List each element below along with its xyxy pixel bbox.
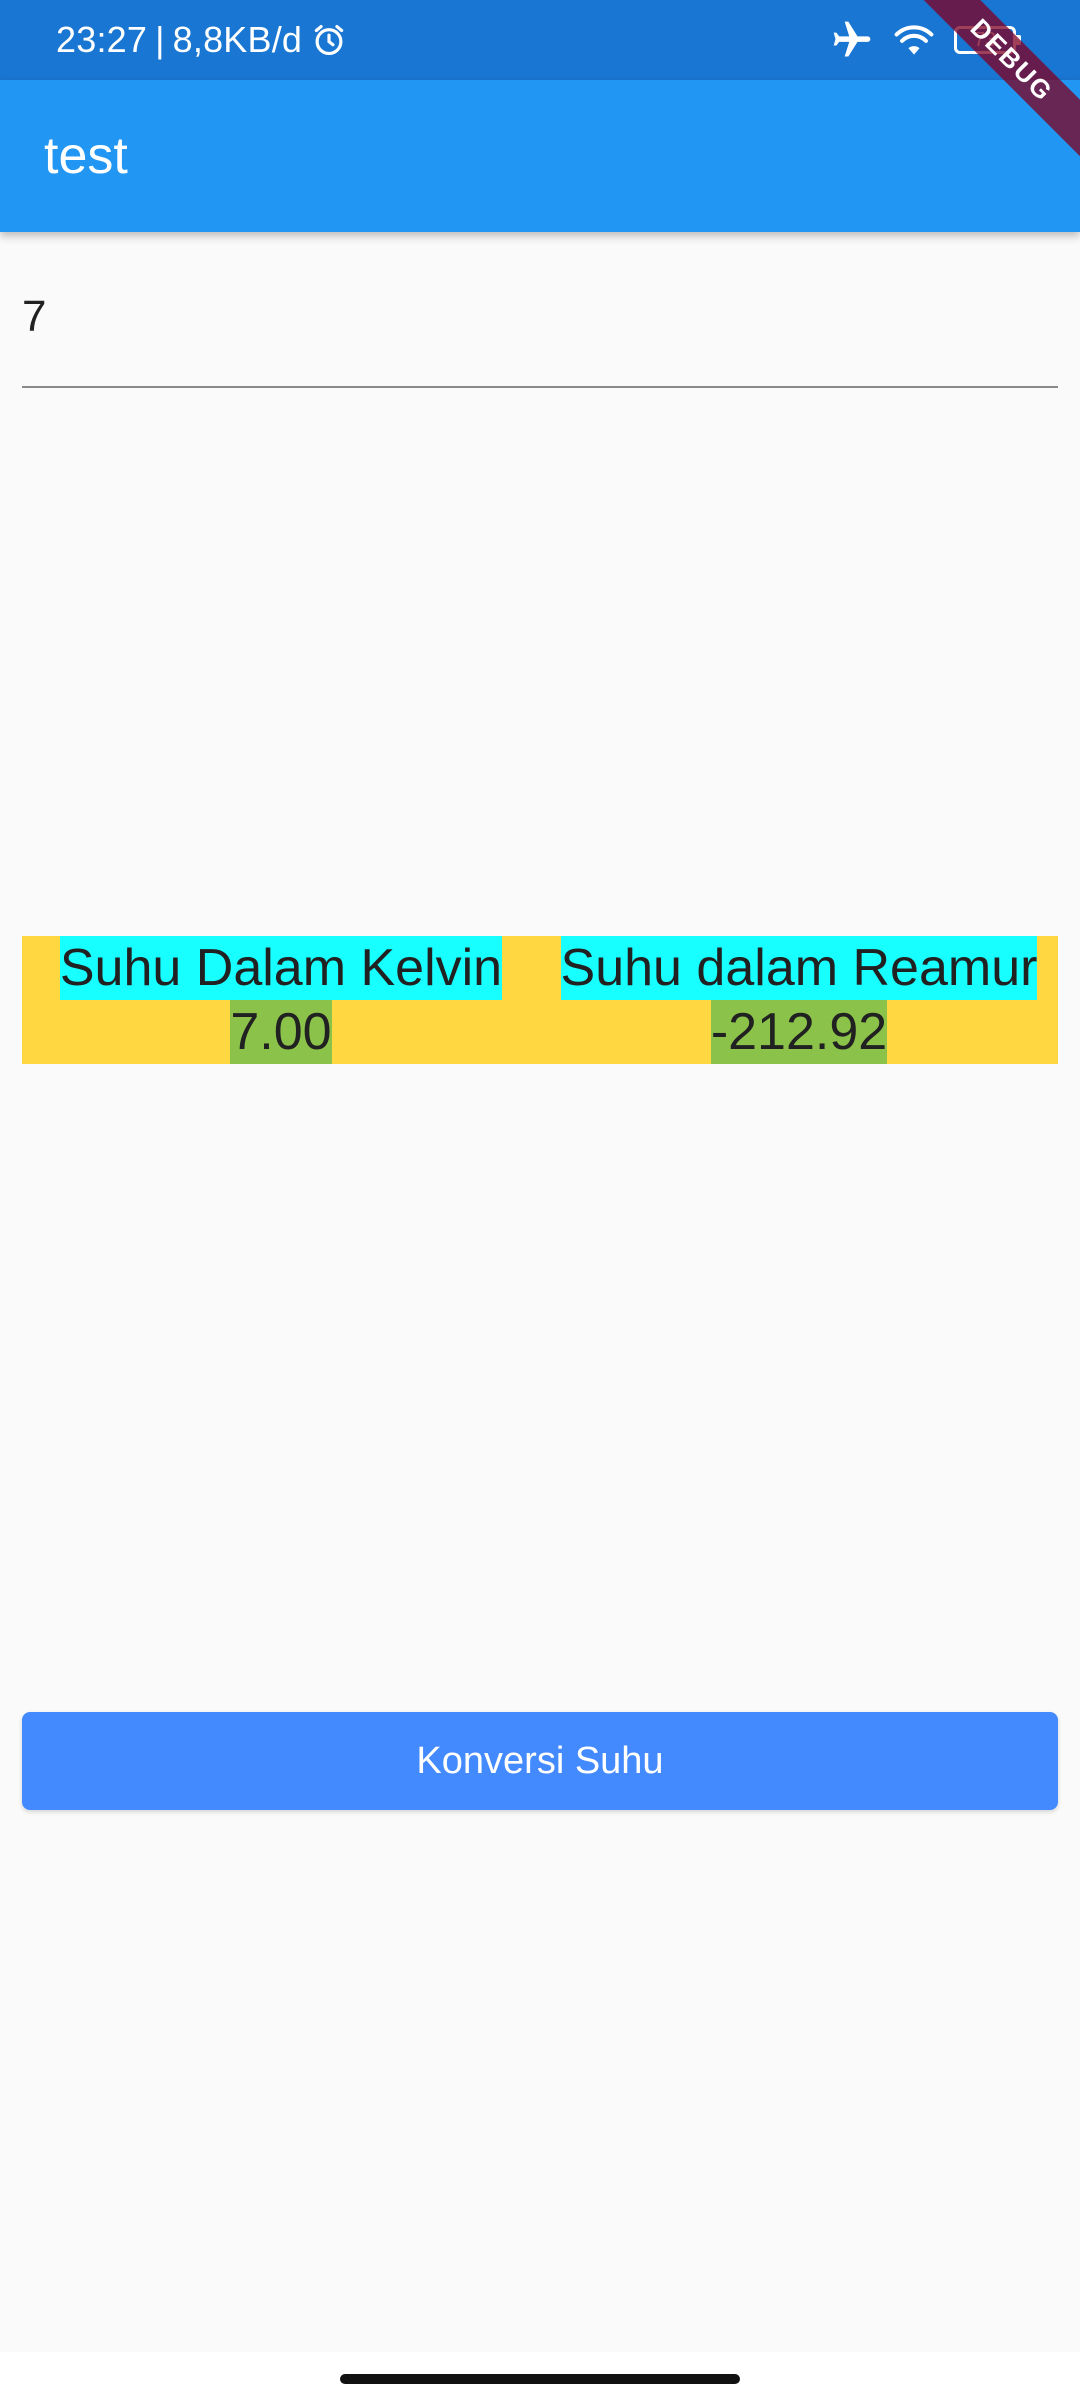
kelvin-result: Suhu Dalam Kelvin 7.00: [22, 936, 540, 1064]
navigation-bar: [0, 2352, 1080, 2400]
app-bar: test: [0, 80, 1080, 232]
status-bar: 23:27 | 8,8KB/d 73: [0, 0, 1080, 80]
debug-ribbon: DEBUG: [920, 0, 1080, 159]
reamur-label: Suhu dalam Reamur: [560, 936, 1038, 1000]
alarm-icon: [310, 21, 348, 59]
temperature-input-value[interactable]: 7: [22, 292, 46, 342]
result-row: Suhu Dalam Kelvin 7.00 Suhu dalam Reamur…: [22, 936, 1058, 1064]
temperature-input[interactable]: 7: [22, 268, 1058, 388]
page-title: test: [44, 127, 128, 185]
reamur-value: -212.92: [710, 1000, 888, 1064]
debug-banner: DEBUG: [920, 0, 1080, 160]
home-indicator[interactable]: [340, 2374, 740, 2384]
status-time: 23:27: [56, 19, 148, 60]
status-net-speed: 8,8KB/d: [172, 19, 303, 60]
convert-button[interactable]: Konversi Suhu: [22, 1712, 1058, 1810]
airplane-icon: [830, 18, 874, 62]
status-separator: |: [155, 19, 165, 60]
kelvin-value: 7.00: [230, 1000, 332, 1064]
reamur-result: Suhu dalam Reamur -212.92: [540, 936, 1058, 1064]
status-left: 23:27 | 8,8KB/d: [56, 0, 348, 80]
kelvin-label: Suhu Dalam Kelvin: [59, 936, 503, 1000]
